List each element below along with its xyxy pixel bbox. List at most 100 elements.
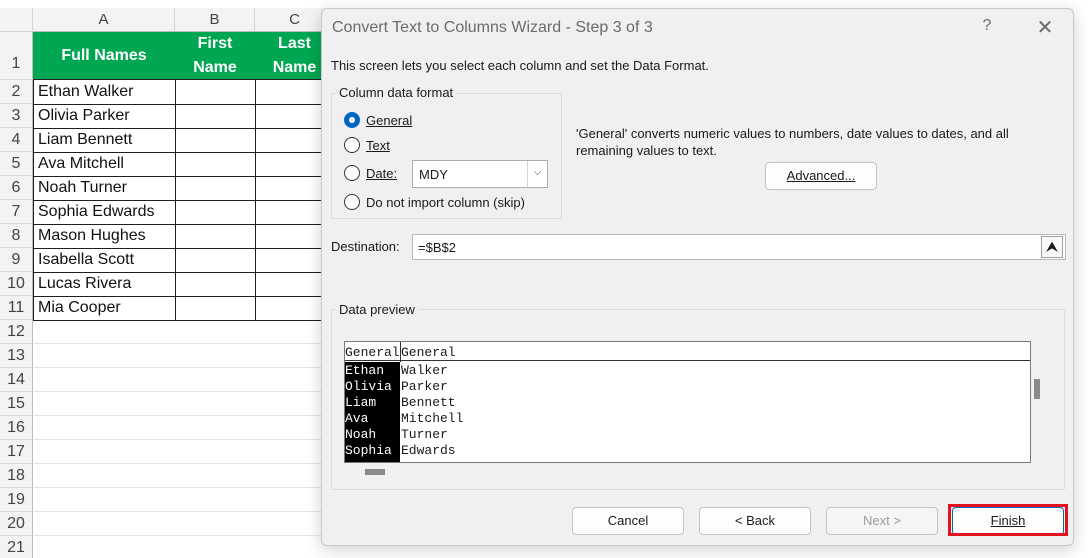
close-icon[interactable]: ✕ — [1032, 15, 1058, 41]
cell-first-name[interactable] — [175, 80, 256, 105]
radio-date-label: Date: — [366, 165, 398, 181]
cell-first-name[interactable] — [175, 104, 256, 129]
cell-first-name[interactable] — [175, 200, 256, 225]
back-button[interactable]: < Back — [699, 507, 811, 535]
preview-cell-col1: Ethan — [345, 363, 385, 378]
row-header-11[interactable]: 11 — [0, 296, 33, 320]
cell-full-name[interactable]: Olivia Parker — [33, 104, 176, 129]
gridline — [33, 487, 333, 488]
row-header-3[interactable]: 3 — [0, 104, 33, 128]
radio-date[interactable]: Date: — [344, 165, 397, 181]
column-header-a[interactable]: A — [33, 8, 175, 32]
radio-skip-icon[interactable] — [344, 194, 360, 210]
radio-text-icon[interactable] — [344, 137, 360, 153]
radio-general[interactable]: General — [344, 112, 412, 128]
header-full-names[interactable]: Full Names — [33, 32, 176, 80]
row-header-6[interactable]: 6 — [0, 176, 33, 200]
header-first-name[interactable]: First Name — [175, 32, 256, 80]
preview-cell-col1: Olivia — [345, 379, 392, 394]
preview-cell-col1: Noah — [345, 427, 377, 442]
data-preview-box[interactable]: General General Ethan Walker Olivia Parker L… — [344, 341, 1031, 463]
preview-horizontal-scrollbar[interactable] — [365, 469, 385, 475]
header-last-name-line2: Name — [272, 58, 317, 76]
row-header-17[interactable]: 17 — [0, 440, 33, 464]
row-header-2[interactable]: 2 — [0, 80, 33, 104]
row-header-5[interactable]: 5 — [0, 152, 33, 176]
cell-full-name[interactable]: Mia Cooper — [33, 296, 176, 321]
row-header-14[interactable]: 14 — [0, 368, 33, 392]
cell-full-name[interactable]: Mason Hughes — [33, 224, 176, 249]
header-last-name-line1: Last — [278, 34, 311, 52]
row-header-4[interactable]: 4 — [0, 128, 33, 152]
preview-cell-col2: Walker — [401, 363, 448, 378]
row-header-19[interactable]: 19 — [0, 488, 33, 512]
gridline — [33, 367, 333, 368]
cell-first-name[interactable] — [175, 152, 256, 177]
row-header-20[interactable]: 20 — [0, 512, 33, 536]
preview-header-1[interactable]: General — [345, 345, 400, 361]
destination-label: Destination: — [331, 239, 400, 254]
cell-full-name[interactable]: Lucas Rivera — [33, 272, 176, 297]
preview-cell-col1: Liam — [345, 395, 377, 410]
gridline — [33, 415, 333, 416]
row-header-21[interactable]: 21 — [0, 536, 33, 558]
row-header-9[interactable]: 9 — [0, 248, 33, 272]
column-data-format-legend: Column data format — [336, 85, 457, 100]
cell-first-name[interactable] — [175, 296, 256, 321]
date-format-select[interactable]: MDY ⌵ — [412, 160, 548, 188]
cell-full-name[interactable]: Ethan Walker — [33, 80, 176, 105]
cell-full-name[interactable]: Sophia Edwards — [33, 200, 176, 225]
format-description: 'General' converts numeric values to num… — [576, 126, 1009, 158]
radio-general-icon[interactable] — [344, 112, 360, 128]
row-header-13[interactable]: 13 — [0, 344, 33, 368]
preview-cell-col1: Ava — [345, 411, 369, 426]
row-header-7[interactable]: 7 — [0, 200, 33, 224]
advanced-button[interactable]: Advanced... — [765, 162, 877, 190]
dialog-title: Convert Text to Columns Wizard - Step 3 … — [332, 19, 653, 36]
radio-text[interactable]: Text — [344, 137, 390, 153]
text-to-columns-dialog: Convert Text to Columns Wizard - Step 3 … — [321, 8, 1074, 546]
help-icon[interactable]: ? — [977, 17, 997, 39]
radio-date-icon[interactable] — [344, 165, 360, 181]
select-all-corner[interactable] — [0, 8, 33, 32]
preview-cell-col2: Bennett — [401, 395, 456, 410]
advanced-button-label: Advanced... — [786, 168, 856, 183]
row-header-16[interactable]: 16 — [0, 416, 33, 440]
gridline — [33, 463, 333, 464]
row-header-15[interactable]: 15 — [0, 392, 33, 416]
cell-first-name[interactable] — [175, 272, 256, 297]
chevron-down-icon[interactable]: ⌵ — [527, 161, 547, 187]
row-header-10[interactable]: 10 — [0, 272, 33, 296]
destination-input[interactable]: =$B$2 ⮝ — [412, 234, 1066, 260]
column-header-b[interactable]: B — [175, 8, 255, 32]
cancel-button[interactable]: Cancel — [572, 507, 684, 535]
cell-full-name[interactable]: Isabella Scott — [33, 248, 176, 273]
row-header-1[interactable]: 1 — [0, 32, 33, 80]
next-button[interactable]: Next > — [826, 507, 938, 535]
preview-vertical-scrollbar[interactable] — [1034, 379, 1040, 399]
collapse-dialog-icon[interactable]: ⮝ — [1041, 236, 1063, 258]
back-button-label: < Back — [734, 513, 776, 528]
dialog-titlebar[interactable]: Convert Text to Columns Wizard - Step 3 … — [322, 9, 1073, 47]
cell-first-name[interactable] — [175, 224, 256, 249]
cell-full-name[interactable]: Liam Bennett — [33, 128, 176, 153]
gridline — [33, 511, 333, 512]
header-first-name-line2: Name — [193, 58, 237, 76]
finish-highlight-box — [948, 504, 1068, 536]
radio-skip-label: Do not import column (skip) — [366, 194, 525, 210]
cell-first-name[interactable] — [175, 176, 256, 201]
row-header-12[interactable]: 12 — [0, 320, 33, 344]
cell-full-name[interactable]: Noah Turner — [33, 176, 176, 201]
data-preview-legend: Data preview — [336, 302, 418, 317]
preview-header-2[interactable]: General — [401, 345, 456, 361]
cell-first-name[interactable] — [175, 128, 256, 153]
radio-skip[interactable]: Do not import column (skip) — [344, 194, 525, 210]
row-header-8[interactable]: 8 — [0, 224, 33, 248]
preview-cell-col2: Turner — [401, 427, 448, 442]
cell-full-name[interactable]: Ava Mitchell — [33, 152, 176, 177]
radio-text-label: Text — [366, 137, 390, 153]
gridline — [33, 439, 333, 440]
row-header-18[interactable]: 18 — [0, 464, 33, 488]
preview-cell-col2: Edwards — [401, 443, 456, 458]
cell-first-name[interactable] — [175, 248, 256, 273]
